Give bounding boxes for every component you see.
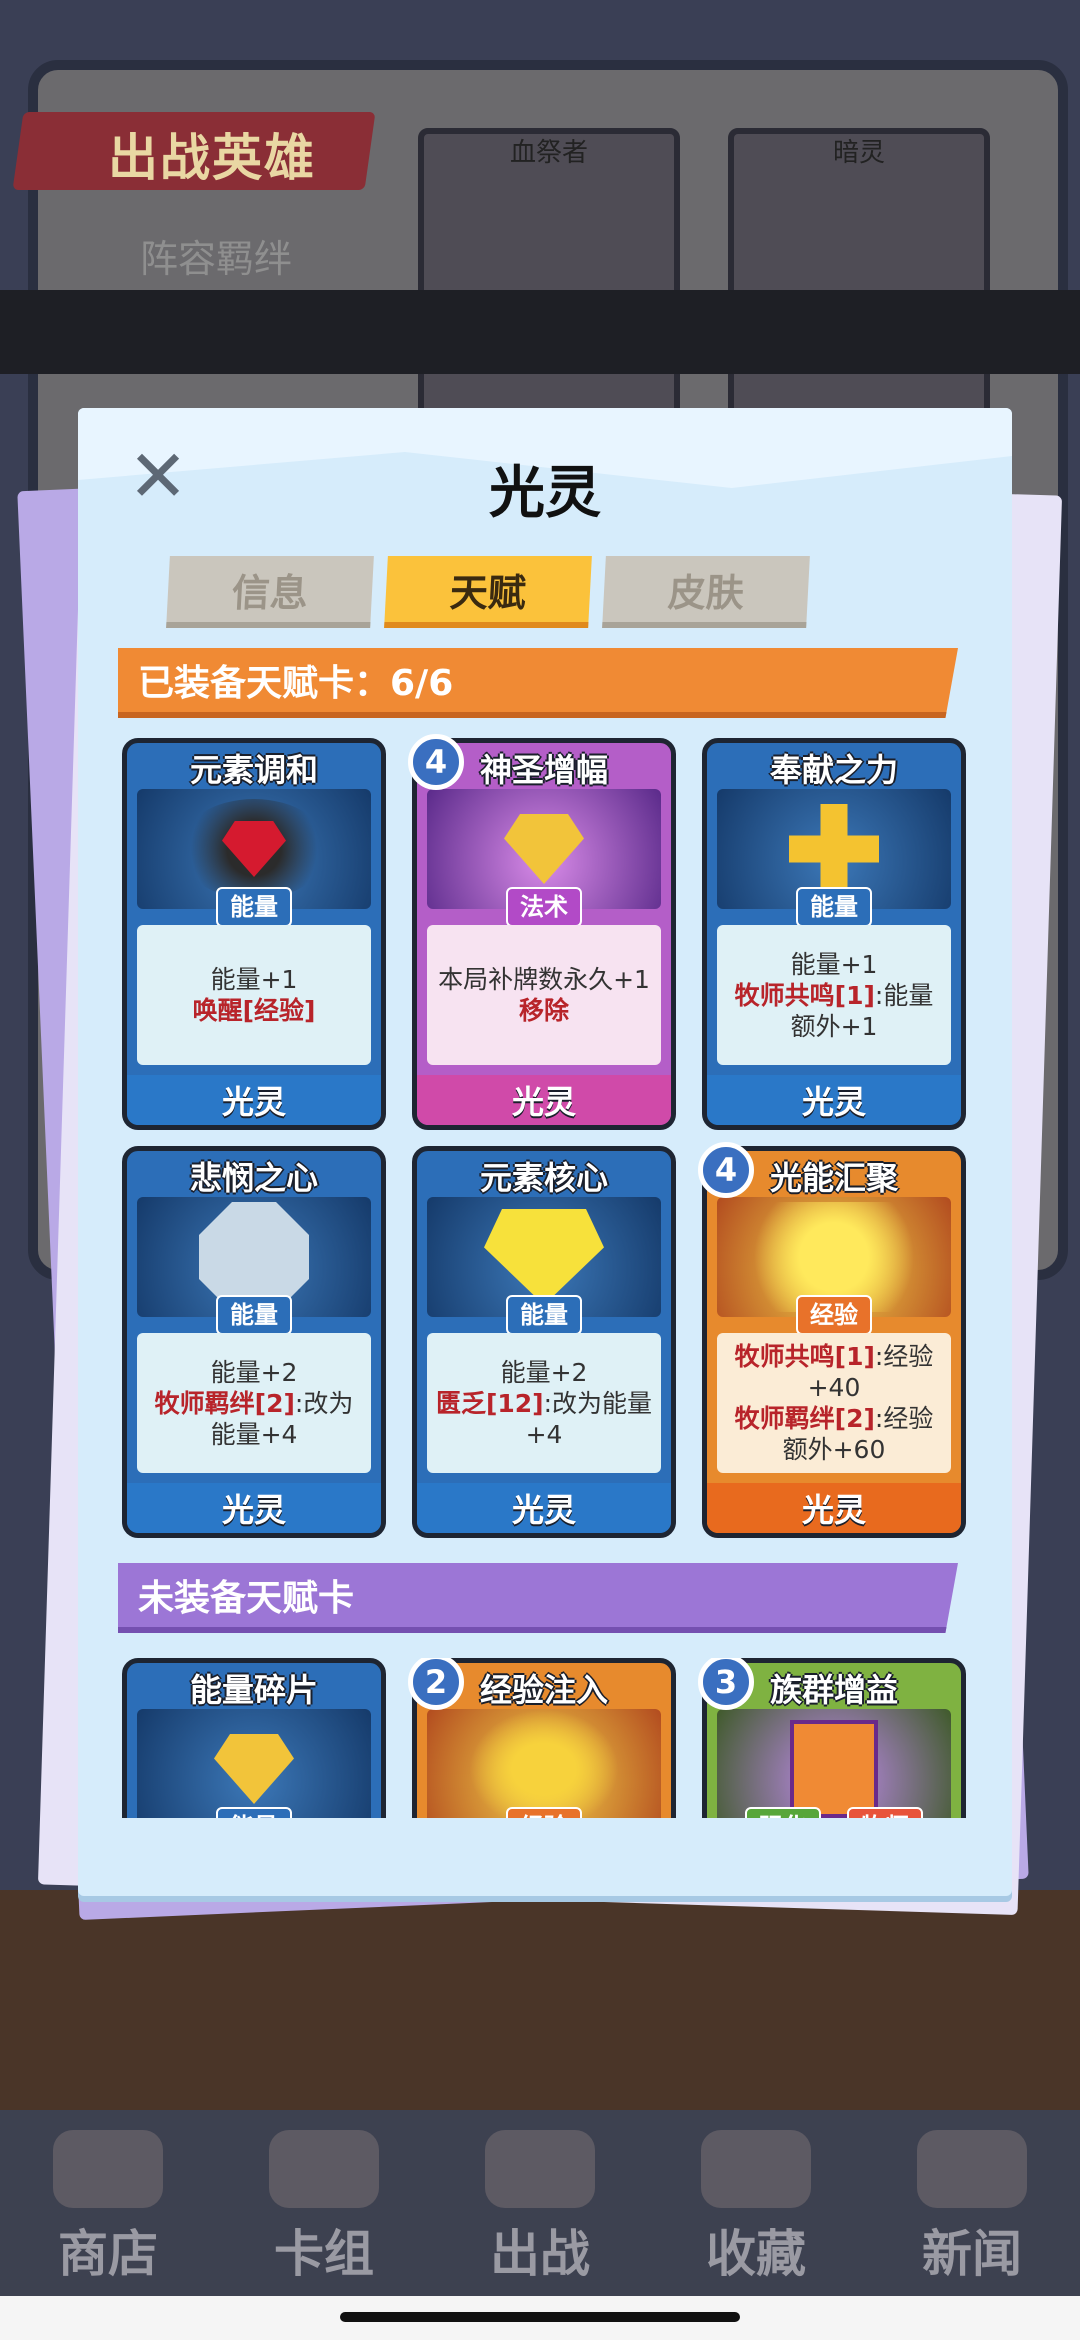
news-icon xyxy=(917,2130,1027,2208)
cost-badge: 4 xyxy=(698,1142,754,1198)
card-hero-label: 光灵 xyxy=(417,1483,671,1533)
hero-name: 暗灵 xyxy=(832,138,885,168)
card-type-badge: 能量 xyxy=(216,887,292,927)
tab-deck[interactable]: 卡组 xyxy=(234,2130,414,2300)
card-title: 元素核心 xyxy=(479,1159,608,1197)
card-art xyxy=(717,1709,951,1818)
bottom-tab-bar: 商店 卡组 出战 收藏 新闻 xyxy=(0,2110,1080,2300)
effect-line: 牧师羁绊[2]:改为能量+4 xyxy=(154,1388,354,1449)
deck-icon xyxy=(269,2130,379,2208)
card-hero-label: 光灵 xyxy=(707,1075,961,1125)
golden-fire-icon xyxy=(469,1709,619,1818)
hero-portraits xyxy=(0,1890,1080,2120)
card-hero-label: 光灵 xyxy=(127,1483,381,1533)
tab-skin[interactable]: 皮肤 xyxy=(602,556,810,628)
effect-line: 牧师共鸣[1]:经验+40 xyxy=(734,1342,934,1402)
effect-line: 能量+2 xyxy=(500,1357,588,1387)
tab-news[interactable]: 新闻 xyxy=(882,2130,1062,2300)
card-hero-label: 光灵 xyxy=(127,1075,381,1125)
card-type-badge: 牧师 xyxy=(846,1807,923,1818)
card-art xyxy=(137,1709,371,1818)
card-type-badge: 经验 xyxy=(796,1295,872,1335)
energy-shard-icon xyxy=(214,1734,294,1804)
effect-line: 移除 xyxy=(518,996,569,1025)
unequipped-header: 未装备天赋卡 xyxy=(118,1563,958,1633)
card-description: 能量+2 匮乏[12]:改为能量+4 xyxy=(427,1333,661,1473)
tab-label: 收藏 xyxy=(706,2225,806,2283)
card-type-badge: 经验 xyxy=(506,1807,582,1818)
effect-line: 牧师共鸣[1]:能量额外+1 xyxy=(734,980,934,1041)
collection-icon xyxy=(701,2130,811,2208)
dark-strip xyxy=(0,290,1080,374)
card-type-badge: 强化 xyxy=(745,1807,822,1818)
card-description: 能量+2 牧师羁绊[2]:改为能量+4 xyxy=(137,1333,371,1473)
banner-title: 出战英雄 xyxy=(108,129,316,187)
card-title: 元素调和 xyxy=(189,751,318,789)
tab-info[interactable]: 信息 xyxy=(166,556,374,628)
effect-line: 匮乏[12]:改为能量+4 xyxy=(435,1388,653,1449)
tab-collection[interactable]: 收藏 xyxy=(666,2130,846,2300)
talent-card[interactable]: 光能汇聚 经验 牧师共鸣[1]:经验+40 牧师羁绊[2]:经验额外+60 光灵 xyxy=(702,1146,966,1538)
card-type-badge: 能量 xyxy=(216,1807,292,1818)
card-description: 能量+1 唤醒[经验] xyxy=(137,925,371,1065)
tab-label: 出战 xyxy=(490,2225,590,2283)
modal-tabs: 信息 天赋 皮肤 xyxy=(166,556,810,628)
card-hero-label: 光灵 xyxy=(707,1483,961,1533)
talent-card[interactable]: 能量碎片 能量 xyxy=(122,1658,386,1818)
modal-title: 光灵 xyxy=(489,461,601,526)
rune-card-icon xyxy=(790,1720,878,1818)
card-title: 能量碎片 xyxy=(189,1671,318,1709)
effect-line: 能量+1 xyxy=(210,965,298,994)
effect-line: 本局补牌数永久+1 xyxy=(438,965,650,994)
bond-label: 阵容羁绊 xyxy=(140,237,293,281)
card-description: 能量+1 牧师共鸣[1]:能量额外+1 xyxy=(717,925,951,1065)
talent-modal: ✕ 光灵 信息 天赋 皮肤 已装备天赋卡：6/6 元素调和 能量 能量+1 唤醒… xyxy=(78,408,1012,1896)
tab-talent[interactable]: 天赋 xyxy=(384,556,592,628)
tab-battle[interactable]: 出战 xyxy=(450,2130,630,2300)
tab-label: 新闻 xyxy=(922,2225,1022,2283)
golden-gem-icon xyxy=(504,814,584,884)
effect-line: 能量+2 xyxy=(210,1357,298,1387)
equipped-header: 已装备天赋卡：6/6 xyxy=(118,648,958,718)
home-indicator[interactable] xyxy=(340,2312,740,2322)
hero-name: 血祭者 xyxy=(509,138,588,168)
effect-line: 能量+1 xyxy=(790,949,878,979)
shop-icon xyxy=(53,2130,163,2208)
equipped-card-grid: 元素调和 能量 能量+1 唤醒[经验] 光灵 4 神圣增幅 法术 本局补牌数永久… xyxy=(122,734,982,1538)
unequipped-card-grid[interactable]: 能量碎片 能量 2 经验注入 经验 3 族群增益 xyxy=(122,1658,982,1818)
card-type-badge: 能量 xyxy=(216,1295,292,1335)
battle-icon xyxy=(485,2130,595,2208)
cost-badge: 4 xyxy=(408,734,464,790)
card-type-badge: 能量 xyxy=(506,1295,582,1335)
talent-card[interactable]: 悲悯之心 能量 能量+2 牧师羁绊[2]:改为能量+4 光灵 xyxy=(122,1146,386,1538)
card-type-badge: 法术 xyxy=(506,887,582,927)
effect-line: 唤醒[经验] xyxy=(192,996,316,1025)
yellow-crystal-icon xyxy=(484,1209,604,1305)
card-title: 奉献之力 xyxy=(769,751,898,789)
talent-card[interactable]: 元素核心 能量 能量+2 匮乏[12]:改为能量+4 光灵 xyxy=(412,1146,676,1538)
talent-card[interactable]: 元素调和 能量 能量+1 唤醒[经验] 光灵 xyxy=(122,738,386,1130)
card-art xyxy=(427,1709,661,1818)
card-hero-label: 光灵 xyxy=(417,1075,671,1125)
golden-cross-icon xyxy=(789,804,879,894)
talent-card[interactable]: 奉献之力 能量 能量+1 牧师共鸣[1]:能量额外+1 光灵 xyxy=(702,738,966,1130)
card-description: 牧师共鸣[1]:经验+40 牧师羁绊[2]:经验额外+60 xyxy=(717,1333,951,1473)
talent-card[interactable]: 神圣增幅 法术 本局补牌数永久+1 移除 光灵 xyxy=(412,738,676,1130)
card-type-badge: 能量 xyxy=(796,887,872,927)
card-title: 悲悯之心 xyxy=(189,1159,318,1197)
tab-label: 商店 xyxy=(58,2225,158,2283)
tab-shop[interactable]: 商店 xyxy=(18,2130,198,2300)
card-description: 本局补牌数永久+1 移除 xyxy=(427,925,661,1065)
effect-line: 牧师羁绊[2]:经验额外+60 xyxy=(734,1404,934,1464)
tab-label: 卡组 xyxy=(274,2225,374,2283)
